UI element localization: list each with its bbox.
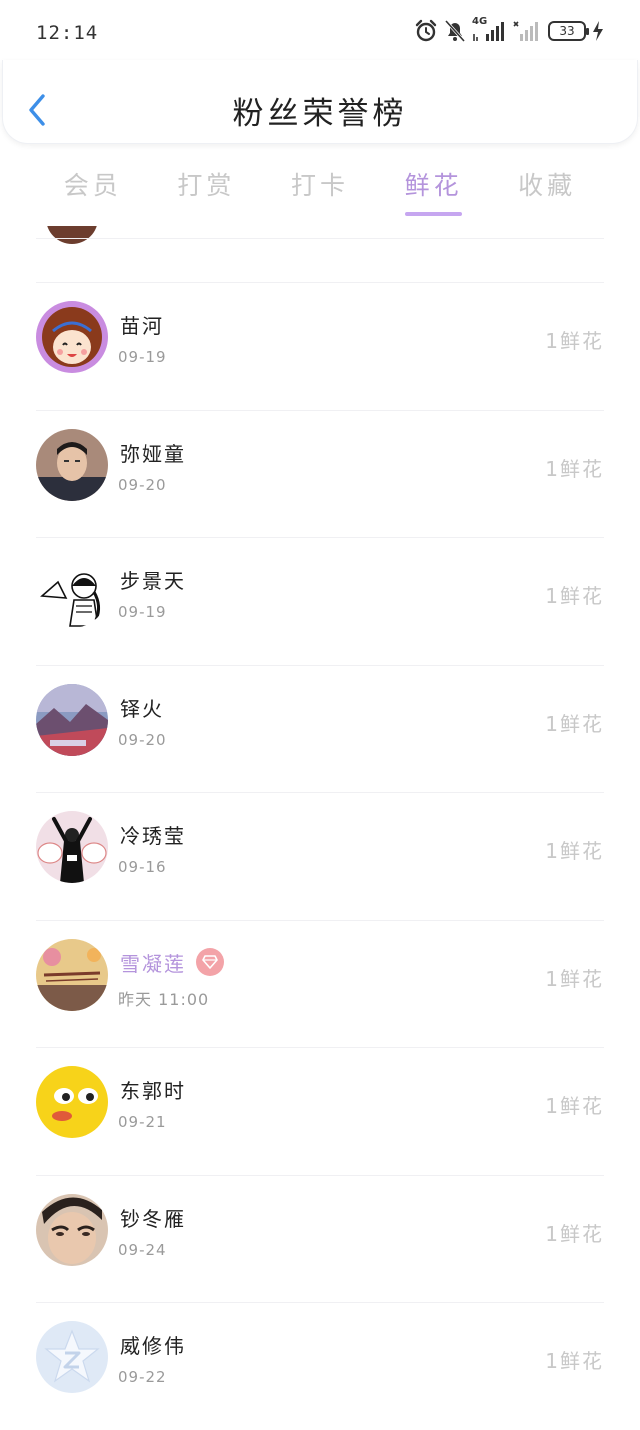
status-time: 12:14 [36, 22, 99, 44]
list-item[interactable]: 步景天 09-19 1鲜花 [0, 537, 640, 665]
fan-name: 冷琇莹 [120, 824, 186, 848]
fan-name: 钞冬雁 [120, 1206, 186, 1231]
tab-membership[interactable]: 会员 [36, 164, 150, 220]
floral-card-avatar-icon [36, 938, 108, 1011]
fan-date: 09-16 [118, 858, 167, 876]
fan-name: 东郭时 [120, 1079, 186, 1103]
fan-name: 雪凝莲 [120, 948, 224, 977]
tab-checkin[interactable]: 打卡 [263, 164, 377, 220]
network-label: 4G [472, 16, 488, 27]
status-bar: 12:14 4G 33 [0, 0, 640, 64]
battery-level: 33 [559, 24, 575, 38]
tab-favorites[interactable]: 收藏 [490, 164, 604, 220]
tab-label: 收藏 [518, 171, 577, 200]
signal-2-icon [512, 20, 542, 42]
qzone-star-avatar-icon [36, 1321, 108, 1393]
avatar [36, 1321, 108, 1393]
avatar [36, 428, 108, 501]
divider [36, 238, 604, 239]
flower-count: 1鲜花 [545, 839, 604, 863]
fan-date: 昨天 11:00 [118, 989, 210, 1009]
tab-tipping[interactable]: 打赏 [150, 164, 264, 220]
yellow-emoji-avatar-icon [36, 1066, 108, 1138]
avatar [36, 301, 108, 373]
alarm-icon [414, 19, 438, 43]
fan-name: 威修伟 [120, 1334, 186, 1358]
list-item[interactable]: 铎火 09-20 1鲜花 [0, 664, 640, 793]
list-item[interactable]: 威修伟 09-22 1鲜花 [0, 1302, 640, 1430]
tab-bar: 会员 打赏 打卡 鲜花 收藏 [36, 164, 604, 220]
page-title: 粉丝荣誉榜 [232, 96, 408, 132]
tab-label: 鲜花 [404, 171, 463, 200]
boy-photo-avatar-icon [36, 428, 108, 501]
list-item[interactable]: 雪凝莲 昨天 11:00 1鲜花 [0, 919, 640, 1048]
cartoon-girl-avatar-icon [36, 301, 108, 373]
flower-count: 1鲜花 [545, 1094, 604, 1118]
fan-name: 苗河 [120, 314, 164, 338]
fan-name: 弥娅童 [120, 441, 186, 466]
tab-label: 打卡 [290, 171, 349, 200]
fan-date: 09-21 [118, 1113, 167, 1131]
sunset-photo-avatar-icon [36, 683, 108, 756]
manga-sketch-avatar-icon [36, 556, 108, 628]
flower-count: 1鲜花 [545, 1349, 604, 1373]
avatar [36, 683, 108, 756]
avatar [36, 556, 108, 628]
charging-icon [592, 20, 604, 42]
hello-kitty-avatar-icon [36, 811, 108, 883]
avatar [36, 1066, 108, 1138]
header: 粉丝荣誉榜 [2, 60, 638, 144]
fan-list: 苗河 09-19 1鲜花 弥娅童 09-20 1鲜花 步景天 09-19 1鲜花… [0, 282, 640, 1430]
fan-name-text: 雪凝莲 [120, 951, 186, 976]
fan-date: 09-22 [118, 1368, 167, 1386]
avatar-partial [46, 226, 98, 244]
fan-date: 09-19 [118, 603, 167, 621]
vip-badge [196, 948, 224, 976]
avatar [36, 1193, 108, 1266]
fan-name: 步景天 [120, 569, 186, 593]
avatar [36, 811, 108, 883]
fan-date: 09-24 [118, 1240, 167, 1259]
flower-count: 1鲜花 [545, 1221, 604, 1246]
active-tab-indicator [404, 212, 463, 216]
flower-count: 1鲜花 [545, 456, 604, 481]
list-item[interactable]: 东郭时 09-21 1鲜花 [0, 1047, 640, 1175]
battery-icon: 33 [548, 21, 589, 41]
list-item[interactable]: 弥娅童 09-20 1鲜花 [0, 409, 640, 538]
list-item[interactable]: 钞冬雁 09-24 1鲜花 [0, 1174, 640, 1303]
list-item[interactable]: 冷琇莹 09-16 1鲜花 [0, 792, 640, 920]
tab-label: 会员 [63, 171, 122, 200]
mute-bell-icon [444, 19, 466, 43]
fan-date: 09-20 [118, 730, 167, 749]
signal-4g-icon: 4G [472, 16, 506, 42]
flower-count: 1鲜花 [545, 966, 604, 991]
flower-count: 1鲜花 [545, 584, 604, 608]
fan-date: 09-19 [118, 348, 167, 366]
fan-date: 09-20 [118, 475, 167, 494]
flower-count: 1鲜花 [545, 711, 604, 736]
diamond-icon [202, 955, 218, 969]
tab-flowers[interactable]: 鲜花 [377, 164, 491, 220]
flower-count: 1鲜花 [545, 329, 604, 353]
avatar [36, 938, 108, 1011]
list-item[interactable]: 苗河 09-19 1鲜花 [0, 282, 640, 410]
fan-name: 铎火 [120, 696, 164, 721]
status-icons: 4G 33 [414, 16, 604, 46]
person-photo-avatar-icon [36, 1193, 108, 1266]
tab-label: 打赏 [177, 171, 236, 200]
